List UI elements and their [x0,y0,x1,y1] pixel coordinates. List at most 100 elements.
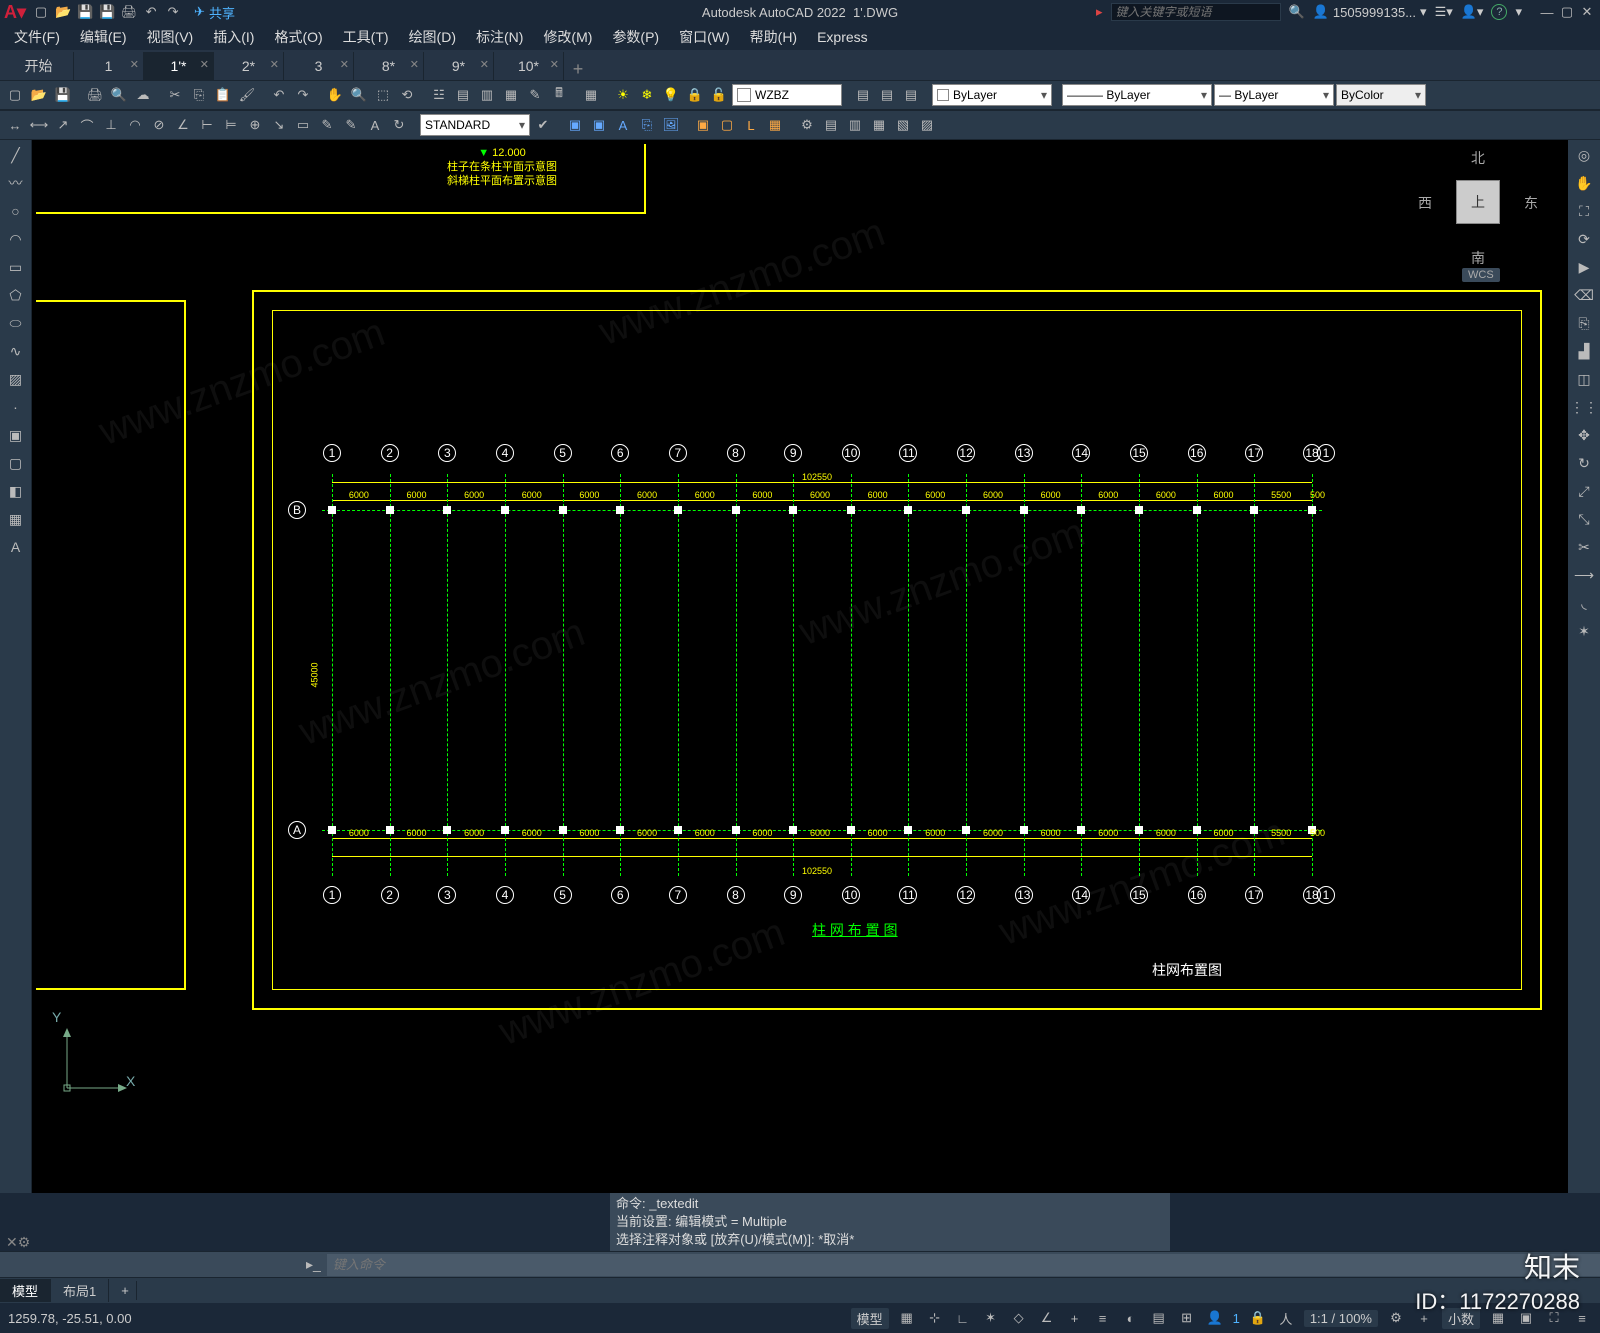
view-icon[interactable]: ▦ [764,114,786,136]
cmd-options-icon[interactable]: ⚙ [18,1234,31,1251]
tool6-icon[interactable]: ▨ [916,114,938,136]
publish-icon[interactable]: ☁ [132,84,154,106]
otrack-icon[interactable]: ∠ [1037,1308,1057,1328]
markup-icon[interactable]: ✎ [524,84,546,106]
extend-icon[interactable]: ⟶ [1573,564,1595,586]
close-icon[interactable]: ✕ [200,58,209,71]
ungroup-icon[interactable]: ▢ [716,114,738,136]
viewcube-west[interactable]: 西 [1418,193,1432,213]
layeriso-icon[interactable]: ☀ [612,84,634,106]
pan-icon[interactable]: ✋ [324,84,346,106]
viewcube-east[interactable]: 东 [1524,193,1538,213]
rect-icon[interactable]: ▭ [5,256,27,278]
polygon-icon[interactable]: ⬠ [5,284,27,306]
layeroff-icon[interactable]: 💡 [660,84,682,106]
snap-icon[interactable]: ⊹ [925,1308,945,1328]
transparency-icon[interactable]: ◐ [1121,1308,1141,1328]
viewcube[interactable]: 北 南 西 东 上 WCS [1418,148,1538,288]
dimedit2-icon[interactable]: ✎ [340,114,362,136]
matchprop-icon[interactable]: 🖌 [236,84,258,106]
plot-icon[interactable]: 🖨 [120,3,138,21]
cut-icon[interactable]: ✂ [164,84,186,106]
leader-icon[interactable]: ↘ [268,114,290,136]
scale-icon[interactable]: ⤢ [1573,480,1595,502]
a360-icon[interactable]: 👤▾ [1461,4,1484,20]
attdef-icon[interactable]: A [612,114,634,136]
layout-tab-model[interactable]: 模型 [0,1279,51,1302]
open-icon[interactable]: 📂 [28,84,50,106]
dimcont-icon[interactable]: ⊢ [196,114,218,136]
close-icon[interactable]: ✕ [550,58,559,71]
dimupdate-icon[interactable]: ↻ [388,114,410,136]
redo-icon[interactable]: ↷ [292,84,314,106]
rotate-icon[interactable]: ↻ [1573,452,1595,474]
minimize-icon[interactable]: — [1538,4,1556,20]
dimedit-icon[interactable]: ✎ [316,114,338,136]
search-input[interactable] [1111,3,1281,21]
line-icon[interactable]: ╱ [5,144,27,166]
sheetset-icon[interactable]: ▦ [500,84,522,106]
navwheel-icon[interactable]: ◎ [1573,144,1595,166]
menu-item[interactable]: 插入(I) [205,25,262,49]
annoscale-icon[interactable]: 🔒 [1248,1308,1268,1328]
undo-icon[interactable]: ↶ [268,84,290,106]
layerprev-icon[interactable]: ▤ [900,84,922,106]
designcenter-icon[interactable]: ▤ [452,84,474,106]
grid-icon[interactable]: ▦ [897,1308,917,1328]
modelspace-toggle[interactable]: 模型 [851,1308,889,1329]
chevron-down-icon[interactable]: ▾ [1515,4,1522,20]
doc-tab[interactable]: 2*✕ [214,52,284,80]
help-icon[interactable]: ? [1491,4,1507,20]
dimbase-icon[interactable]: ⊨ [220,114,242,136]
quickcalc-icon[interactable]: 🖩 [548,84,570,106]
paste-icon[interactable]: 📋 [212,84,234,106]
move-icon[interactable]: ✥ [1573,424,1595,446]
explode-icon[interactable]: ✶ [1573,620,1595,642]
viewcube-north[interactable]: 北 [1471,148,1485,168]
maximize-icon[interactable]: ▢ [1558,4,1576,20]
scale-display[interactable]: 1:1 / 100% [1304,1310,1378,1327]
dyn-icon[interactable]: + [1065,1308,1085,1328]
insert-icon[interactable]: ▣ [588,114,610,136]
dimarc-icon[interactable]: ⌒ [76,114,98,136]
menu-item[interactable]: 窗口(W) [671,25,738,49]
tool2-icon[interactable]: ▤ [820,114,842,136]
textstyle-combo[interactable]: STANDARD▾ [420,114,530,136]
dimcenter-icon[interactable]: ⊕ [244,114,266,136]
polar-icon[interactable]: ✶ [981,1308,1001,1328]
layout-tab-1[interactable]: 布局1 [51,1279,109,1302]
showmotion-icon[interactable]: ▶ [1573,256,1595,278]
menu-item[interactable]: 文件(F) [6,25,68,49]
stretch-icon[interactable]: ⤡ [1573,508,1595,530]
save-icon[interactable]: 💾 [52,84,74,106]
menu-item[interactable]: 帮助(H) [742,25,805,49]
preview-icon[interactable]: 🔍 [108,84,130,106]
spline-icon[interactable]: ∿ [5,340,27,362]
table-icon[interactable]: ▦ [5,508,27,530]
fillet-icon[interactable]: ◟ [1573,592,1595,614]
doc-tab[interactable]: 3✕ [284,52,354,80]
pan-icon[interactable]: ✋ [1573,172,1595,194]
dimlin-icon[interactable]: ⟷ [28,114,50,136]
layerfrz-icon[interactable]: ❄ [636,84,658,106]
menu-item[interactable]: 参数(P) [604,25,667,49]
makeblk-icon[interactable]: ▢ [5,452,27,474]
mtext-icon[interactable]: A [5,536,27,558]
array-icon[interactable]: ⋮⋮ [1573,396,1595,418]
print-icon[interactable]: 🖨 [84,84,106,106]
image-icon[interactable]: 🖼 [660,114,682,136]
doc-tab[interactable]: 9*✕ [424,52,494,80]
qp-icon[interactable]: ▤ [1149,1308,1169,1328]
gear-icon[interactable]: ⚙ [1386,1308,1406,1328]
doc-tab[interactable]: 8*✕ [354,52,424,80]
doc-tab[interactable]: 1✕ [74,52,144,80]
close-icon[interactable]: ✕ [340,58,349,71]
share-button[interactable]: ✈ 共享 [194,3,235,22]
tool3-icon[interactable]: ▥ [844,114,866,136]
arc-icon[interactable]: ◠ [5,228,27,250]
group-icon[interactable]: ▣ [692,114,714,136]
ortho-icon[interactable]: ∟ [953,1308,973,1328]
sc-icon[interactable]: ⊞ [1177,1308,1197,1328]
block-icon[interactable]: ▣ [564,114,586,136]
tolerance-icon[interactable]: ▭ [292,114,314,136]
